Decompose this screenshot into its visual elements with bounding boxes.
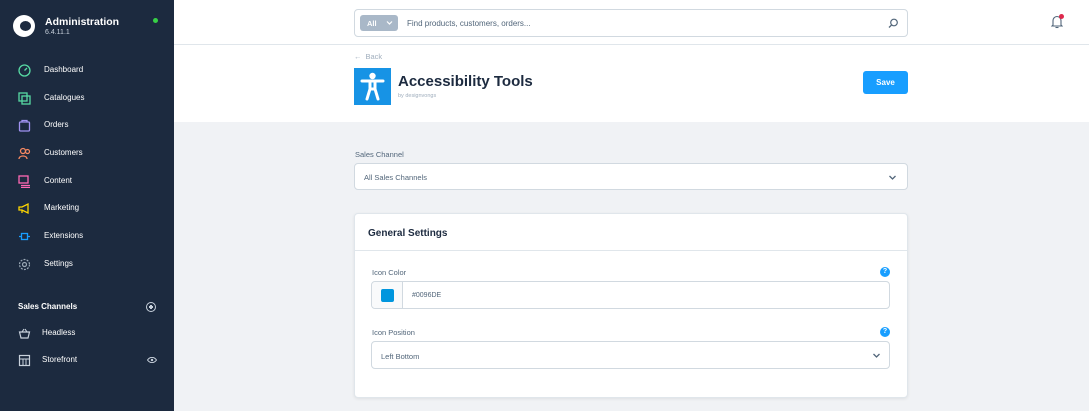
extensions-icon (19, 232, 30, 241)
icon-color-field (371, 281, 890, 309)
sidebar-item-label: Customers (44, 148, 83, 157)
icon-position-value: Left Bottom (381, 352, 420, 361)
icon-color-input[interactable] (412, 288, 812, 302)
page-title: Accessibility Tools (398, 73, 533, 90)
sales-channels-header: Sales Channels (18, 302, 78, 311)
color-swatch (381, 289, 394, 302)
shopware-logo-icon (13, 15, 35, 37)
plugin-author: by designvongs (398, 93, 437, 99)
chevron-down-icon (873, 353, 880, 358)
back-link[interactable]: ← Back (354, 52, 382, 61)
sales-channel-value: All Sales Channels (364, 173, 427, 182)
sidebar-item-label: Headless (42, 328, 76, 337)
brand-version: 6.4.11.1 (45, 29, 70, 36)
accessibility-icon (354, 68, 391, 105)
catalogues-icon (18, 92, 31, 105)
sales-channel-select[interactable]: All Sales Channels (354, 163, 908, 190)
sidebar-item-content[interactable]: Content (0, 168, 174, 194)
search-icon[interactable] (888, 18, 899, 29)
search-type-select[interactable]: All (360, 15, 398, 31)
sidebar-item-label: Content (44, 176, 73, 185)
search-input[interactable] (407, 13, 877, 33)
storefront-icon (18, 354, 31, 367)
sidebar-item-label: Extensions (44, 231, 84, 240)
color-picker-toggle[interactable] (372, 282, 403, 308)
sidebar-item-dashboard[interactable]: Dashboard (0, 57, 174, 83)
help-icon[interactable]: ? (880, 327, 890, 337)
brand[interactable]: Administration 6.4.11.1 (13, 13, 163, 43)
card-title: General Settings (368, 228, 448, 239)
sidebar-item-extensions[interactable]: Extensions (0, 223, 174, 249)
general-settings-card: General Settings Icon Color ? Icon Posit… (354, 213, 908, 398)
settings-icon (18, 258, 31, 271)
sidebar: Administration 6.4.11.1 Dashboard Catalo… (0, 0, 174, 411)
icon-color-label: Icon Color (372, 268, 407, 277)
dashboard-icon (18, 64, 31, 77)
sidebar-item-orders[interactable]: Orders (0, 112, 174, 138)
icon-position-select[interactable]: Left Bottom (371, 341, 890, 369)
sidebar-item-headless[interactable]: Headless (0, 320, 174, 346)
page-header: ← Back Accessibility Tools by designvongs… (174, 45, 1089, 122)
basket-icon (18, 328, 31, 339)
orders-icon (18, 119, 31, 132)
sidebar-item-label: Catalogues (44, 93, 85, 102)
sidebar-item-label: Marketing (44, 203, 80, 212)
customers-icon (18, 147, 31, 160)
status-indicator (153, 18, 158, 23)
icon-position-label: Icon Position (372, 328, 415, 337)
save-button[interactable]: Save (863, 71, 908, 94)
content-icon (18, 175, 30, 188)
help-icon[interactable]: ? (880, 267, 890, 277)
sidebar-item-marketing[interactable]: Marketing (0, 195, 174, 221)
sidebar-item-storefront[interactable]: Storefront (0, 347, 174, 373)
notification-badge (1059, 14, 1064, 19)
sidebar-item-settings[interactable]: Settings (0, 251, 174, 277)
top-bar: All (174, 0, 1089, 45)
sidebar-item-label: Storefront (42, 355, 78, 364)
marketing-icon (18, 202, 29, 215)
chevron-down-icon (386, 21, 393, 25)
global-search: All (354, 9, 908, 37)
sidebar-item-label: Orders (44, 120, 69, 129)
sidebar-item-label: Dashboard (44, 65, 84, 74)
back-label: Back (365, 52, 383, 61)
card-divider (355, 250, 907, 251)
eye-icon[interactable] (147, 357, 157, 363)
chevron-down-icon (889, 175, 896, 180)
sidebar-item-label: Settings (44, 259, 73, 268)
brand-title: Administration (45, 16, 120, 28)
sidebar-item-catalogues[interactable]: Catalogues (0, 85, 174, 111)
sidebar-item-customers[interactable]: Customers (0, 140, 174, 166)
add-sales-channel-icon[interactable] (146, 302, 156, 312)
sales-channel-label: Sales Channel (355, 150, 404, 159)
arrow-left-icon: ← (354, 52, 362, 61)
search-type-label: All (367, 19, 377, 28)
